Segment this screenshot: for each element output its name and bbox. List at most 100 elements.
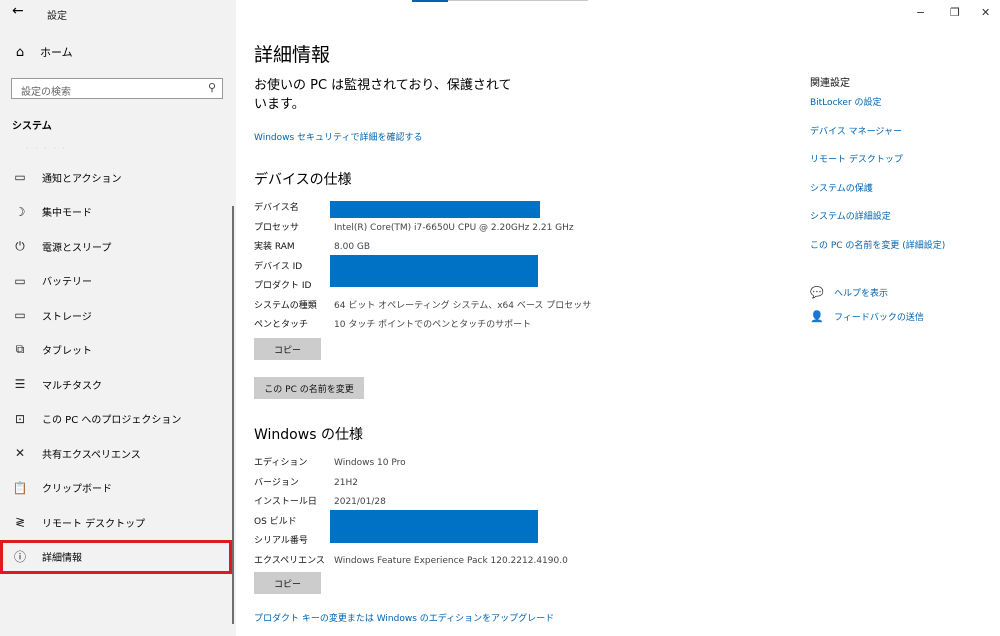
related-settings: 関連設定 BitLocker の設定 デバイス マネージャー リモート デスクト… [810, 74, 990, 251]
device-manager-link[interactable]: デバイス マネージャー [810, 124, 902, 137]
section-header-system: システム [12, 121, 52, 132]
spec-label: 実装 RAM [254, 242, 295, 252]
search-placeholder: 設定の検索 [21, 87, 71, 98]
sidebar-item-battery[interactable]: ▭ バッテリー [0, 264, 232, 299]
remote-desktop-icon: ≷ [14, 515, 26, 530]
spec-label: シリアル番号 [254, 536, 308, 546]
sidebar-item-notifications[interactable]: ▭ 通知とアクション [0, 160, 232, 195]
sidebar-item-label: 電源とスリープ [42, 242, 112, 254]
copy-device-specs-button[interactable]: コピー [254, 338, 321, 360]
sidebar-item-label: マルチタスク [42, 380, 102, 392]
home-icon: ⌂ [15, 44, 25, 60]
sidebar-item-remote-desktop[interactable]: ≷ リモート デスクトップ [0, 505, 232, 540]
send-feedback-link[interactable]: フィードバックの送信 [834, 310, 924, 323]
home-label: ホーム [40, 46, 73, 59]
spec-value: Intel(R) Core(TM) i7-6650U CPU @ 2.20GHz… [334, 222, 574, 233]
spec-value: Windows Feature Experience Pack 120.2212… [334, 555, 568, 566]
minimize-button[interactable]: − [916, 6, 925, 19]
spec-label: プロセッサ [254, 222, 300, 233]
help-chat-icon: 💬 [810, 286, 824, 299]
faded-scrolled-item: · · · · · [26, 144, 67, 153]
spec-label: システムの種類 [254, 300, 317, 311]
sidebar-item-focus[interactable]: ☽ 集中モード [0, 195, 232, 230]
tablet-icon: ⧉ [15, 342, 25, 357]
restore-button[interactable]: ❐ [950, 6, 960, 19]
shared-experiences-icon: ✕ [14, 446, 26, 461]
sidebar-item-shared-experiences[interactable]: ✕ 共有エクスペリエンス [0, 436, 232, 471]
sidebar-item-clipboard[interactable]: 📋 クリップボード [0, 471, 232, 506]
spec-label: ペンとタッチ [254, 320, 309, 330]
sidebar: ← 設定 ⌂ ホーム 設定の検索 ⚲ システム · · · · · ▭ 通知とア… [0, 0, 236, 636]
spec-label: プロダクト ID [254, 281, 312, 291]
window-title: 設定 [47, 11, 67, 22]
spec-value: 10 タッチ ポイントでのペンとタッチのサポート [334, 320, 532, 330]
advanced-system-settings-link[interactable]: システムの詳細設定 [810, 209, 891, 222]
moon-icon: ☽ [14, 204, 26, 219]
clipboard-icon: 📋 [12, 480, 28, 495]
sidebar-item-label: 通知とアクション [42, 173, 122, 185]
title-bar: ← 設定 [0, 0, 236, 28]
power-icon: ⏻ [15, 238, 25, 253]
redacted-device-name [330, 201, 540, 218]
spec-label: バージョン [254, 477, 299, 488]
protection-status-text: お使いの PC は監視されており、保護されています。 [254, 78, 512, 112]
sidebar-item-tablet[interactable]: ⧉ タブレット [0, 333, 232, 368]
sidebar-item-label: ストレージ [42, 311, 92, 323]
spec-label: デバイス ID [254, 261, 303, 272]
spec-label: エクスペリエンス [254, 555, 325, 566]
multitasking-icon: ☰ [14, 377, 26, 392]
redacted-build-serial [330, 510, 538, 543]
rename-pc-advanced-link[interactable]: この PC の名前を変更 (詳細設定) [810, 238, 945, 251]
home-nav-item[interactable]: ⌂ ホーム [12, 44, 73, 60]
bitlocker-settings-link[interactable]: BitLocker の設定 [810, 95, 882, 108]
main-content: − ❐ ✕ 詳細情報 お使いの PC は監視されており、保護されています。 Wi… [236, 0, 1000, 636]
redacted-device-product-id [330, 255, 538, 287]
sidebar-item-label: この PC へのプロジェクション [42, 415, 182, 427]
accent-line [412, 0, 448, 2]
feedback-item[interactable]: 👤 フィードバックの送信 [810, 310, 924, 323]
sidebar-item-storage[interactable]: ▭ ストレージ [0, 298, 232, 333]
security-details-link[interactable]: Windows セキュリティで詳細を確認する [254, 130, 423, 143]
sidebar-item-label: バッテリー [42, 277, 92, 289]
get-help-item[interactable]: 💬 ヘルプを表示 [810, 286, 888, 299]
notification-icon: ▭ [14, 170, 26, 185]
related-settings-heading: 関連設定 [810, 78, 850, 89]
storage-icon: ▭ [14, 308, 26, 323]
rename-pc-button[interactable]: この PC の名前を変更 [254, 377, 364, 399]
get-help-link[interactable]: ヘルプを表示 [834, 286, 888, 299]
projection-icon: ⊡ [14, 411, 26, 426]
copy-windows-specs-button[interactable]: コピー [254, 572, 321, 594]
info-icon: ⓘ [13, 550, 26, 565]
spec-label: OS ビルド [254, 516, 297, 527]
device-specs-heading: デバイスの仕様 [254, 172, 352, 188]
sidebar-nav-list: ▭ 通知とアクション ☽ 集中モード ⏻ 電源とスリープ ▭ バッテリー ▭ ス… [0, 160, 232, 574]
remote-desktop-link[interactable]: リモート デスクトップ [810, 152, 903, 165]
sidebar-item-power[interactable]: ⏻ 電源とスリープ [0, 229, 232, 264]
feedback-person-icon: 👤 [810, 310, 824, 323]
sidebar-item-label: クリップボード [42, 484, 112, 496]
sidebar-item-label: タブレット [42, 346, 92, 358]
system-protection-link[interactable]: システムの保護 [810, 181, 873, 194]
back-arrow-icon[interactable]: ← [12, 3, 24, 19]
sidebar-item-multitasking[interactable]: ☰ マルチタスク [0, 367, 232, 402]
page-title: 詳細情報 [254, 44, 331, 66]
sidebar-item-about[interactable]: ⓘ 詳細情報 [0, 539, 232, 574]
spec-value: 21H2 [334, 477, 358, 488]
divider [448, 0, 588, 1]
sidebar-item-projection[interactable]: ⊡ この PC へのプロジェクション [0, 402, 232, 437]
spec-label: デバイス名 [254, 203, 299, 213]
search-icon[interactable]: ⚲ [208, 81, 216, 94]
sidebar-item-label: リモート デスクトップ [42, 518, 146, 530]
spec-label: エディション [254, 458, 308, 468]
sidebar-scrollbar[interactable] [232, 206, 234, 624]
spec-value: Windows 10 Pro [334, 458, 406, 468]
upgrade-edition-link[interactable]: プロダクト キーの変更または Windows のエディションをアップグレード [254, 611, 554, 624]
settings-search-box[interactable]: 設定の検索 ⚲ [11, 78, 223, 99]
spec-label: インストール日 [254, 497, 317, 507]
sidebar-item-label: 集中モード [42, 208, 92, 220]
battery-icon: ▭ [14, 273, 26, 288]
sidebar-item-label: 共有エクスペリエンス [42, 449, 141, 461]
sidebar-item-label: 詳細情報 [42, 553, 82, 565]
close-button[interactable]: ✕ [981, 6, 990, 19]
spec-value: 64 ビット オペレーティング システム、x64 ベース プロセッサ [334, 300, 592, 311]
